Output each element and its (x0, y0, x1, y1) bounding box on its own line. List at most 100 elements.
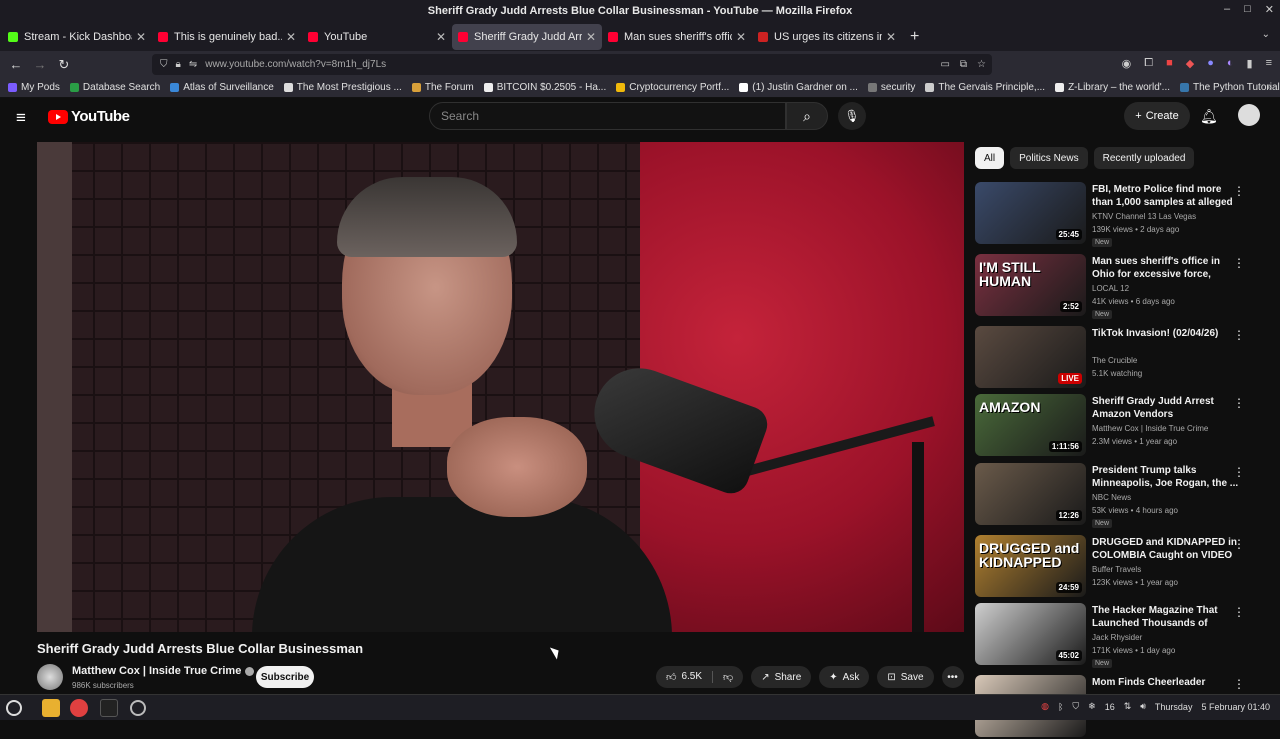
url-bar[interactable]: ⛉ 🔒︎ ⇋ www.youtube.com/watch?v=8m1h_dj7L… (152, 54, 992, 75)
youtube-logo[interactable]: YouTube (48, 108, 130, 125)
bookmark-item[interactable]: security (867, 82, 915, 93)
clock-text[interactable]: 5 February 01:40 (1201, 702, 1270, 712)
bookmark-item[interactable]: Atlas of Surveillance (170, 82, 274, 93)
more-vertical-icon[interactable]: ⋮ (1233, 184, 1245, 198)
video-thumbnail[interactable]: LIVE (975, 326, 1086, 388)
reload-icon[interactable]: ↻ (52, 57, 76, 73)
filter-chip[interactable]: Politics News (1010, 147, 1088, 169)
extensions-icon[interactable]: ⧠ (1144, 57, 1153, 70)
update-icon[interactable]: ◍ (1041, 701, 1049, 712)
translate-icon[interactable]: ⧉ (960, 59, 967, 70)
bookmark-item[interactable]: BITCOIN $0.2505 - Ha... (483, 82, 606, 93)
bookmark-star-icon[interactable]: ☆ (977, 59, 986, 70)
share-button[interactable]: ↗ Share (751, 666, 812, 688)
bookmark-item[interactable]: My Pods (8, 82, 60, 93)
addon-icon-2[interactable]: ◆ (1186, 57, 1194, 70)
video-thumbnail[interactable]: 25:45 (975, 182, 1086, 244)
video-thumbnail[interactable]: 45:02 (975, 603, 1086, 665)
filter-chip[interactable]: Recently uploaded (1093, 147, 1195, 169)
video-thumbnail[interactable]: 12:26 (975, 463, 1086, 525)
dislike-button[interactable]: 👎︎ (713, 671, 743, 683)
bookmark-item[interactable]: Cryptocurrency Portf... (616, 82, 729, 93)
app-menu-icon[interactable] (6, 700, 22, 716)
more-bookmarks-icon[interactable]: » (1266, 82, 1272, 93)
more-vertical-icon[interactable]: ⋮ (1233, 396, 1245, 410)
maximize-button[interactable]: □ (1244, 3, 1251, 16)
bookmark-item[interactable]: Z-Library – the world'... (1055, 82, 1170, 93)
recommended-channel[interactable]: KTNV Channel 13 Las Vegas (1092, 212, 1196, 221)
recommended-video[interactable]: 45:02 The Hacker Magazine That Launched T… (975, 603, 1265, 668)
minimize-button[interactable]: – (1224, 3, 1230, 16)
bookmark-item[interactable]: The Gervais Principle,... (925, 82, 1045, 93)
more-actions-button[interactable]: ••• (941, 666, 964, 688)
browser-tab[interactable]: US urges its citizens in Cub ✕ (752, 24, 902, 50)
more-vertical-icon[interactable]: ⋮ (1233, 605, 1245, 619)
channel-name[interactable]: Matthew Cox | Inside True Crime (72, 665, 255, 677)
list-all-tabs-icon[interactable]: ⌄ (1262, 29, 1270, 40)
addon-icon-3[interactable]: ● (1207, 57, 1214, 70)
like-button[interactable]: 👍︎ 6.5K (656, 671, 714, 683)
recommended-video[interactable]: AMAZON 1:11:56 Sheriff Grady Judd Arrest A… (975, 394, 1265, 458)
close-window-button[interactable]: ✕ (1265, 3, 1274, 16)
recommended-video[interactable]: DRUGGED and KIDNAPPED 24:59 DRUGGED and KI… (975, 535, 1265, 599)
bluetooth-icon[interactable]: ᛒ (1058, 702, 1063, 712)
account-icon[interactable]: ◉ (1122, 57, 1132, 70)
tab-close-icon[interactable]: ✕ (136, 30, 146, 44)
search-button[interactable]: ⌕ (786, 102, 828, 130)
permissions-icon[interactable]: ⇋ (189, 59, 197, 70)
recommended-title[interactable]: DRUGGED and KIDNAPPED in COLOMBIA Caught… (1092, 536, 1244, 562)
browser-tab[interactable]: Man sues sheriff's offic ✕ (602, 24, 752, 50)
channel-name-text[interactable]: Matthew Cox | Inside True Crime (72, 665, 241, 677)
recommended-channel[interactable]: The Crucible (1092, 356, 1137, 365)
tab-close-icon[interactable]: ✕ (436, 30, 446, 44)
recommended-video[interactable]: 12:26 President Trump talks Minneapolis, … (975, 463, 1265, 528)
recommended-channel[interactable]: NBC News (1092, 493, 1131, 502)
recommended-channel[interactable]: Buffer Travels (1092, 565, 1141, 574)
security-shield-icon[interactable]: ⛉ (1072, 701, 1079, 712)
more-vertical-icon[interactable]: ⋮ (1233, 256, 1245, 270)
recommended-channel[interactable]: LOCAL 12 (1092, 284, 1129, 293)
browser-tab[interactable]: This is genuinely bad.. - You ✕ (152, 24, 302, 50)
back-icon[interactable]: ← (4, 57, 28, 72)
new-tab-button[interactable]: + (910, 28, 919, 46)
bookmark-item[interactable]: The Most Prestigious ... (283, 82, 402, 93)
more-vertical-icon[interactable]: ⋮ (1233, 677, 1245, 691)
browser-tab[interactable]: YouTube ✕ (302, 24, 452, 50)
recommended-video[interactable]: I'M STILL HUMAN 2:52 Man sues sheriff's of… (975, 254, 1265, 319)
recommended-title[interactable]: Sheriff Grady Judd Arrest Amazon Vendors (1092, 395, 1244, 421)
firefox-icon[interactable] (70, 699, 88, 717)
weather-icon[interactable]: ❄ (1088, 701, 1096, 712)
shield-icon[interactable]: ⛉ (160, 59, 168, 70)
ask-button[interactable]: ✦ Ask (819, 666, 870, 688)
settings-app-icon[interactable] (130, 700, 146, 716)
browser-tab[interactable]: Sheriff Grady Judd Arrests B ✕ (452, 23, 602, 50)
bookmark-item[interactable]: (1) Justin Gardner on ... (739, 82, 858, 93)
recommended-video[interactable]: 25:45 FBI, Metro Police find more than 1,… (975, 182, 1265, 247)
video-thumbnail[interactable]: I'M STILL HUMAN 2:52 (975, 254, 1086, 316)
tab-close-icon[interactable]: ✕ (586, 30, 596, 44)
reader-view-icon[interactable]: ▭ (940, 59, 949, 70)
recommended-title[interactable]: The Hacker Magazine That Launched Thousa… (1092, 604, 1244, 630)
recommended-channel[interactable]: Matthew Cox | Inside True Crime (1092, 424, 1208, 433)
recommended-title[interactable]: Mom Finds Cheerleader (1092, 676, 1244, 689)
tab-close-icon[interactable]: ✕ (736, 30, 746, 44)
video-player[interactable] (37, 142, 964, 632)
browser-tab[interactable]: Stream - Kick Dashboard ✕ (2, 24, 152, 50)
bookmark-item[interactable]: The Python Tutorial ... (1180, 82, 1280, 93)
create-button[interactable]: + Create (1124, 102, 1190, 130)
addon-icon-1[interactable]: ■ (1166, 57, 1173, 70)
more-vertical-icon[interactable]: ⋮ (1233, 537, 1245, 551)
recommended-video[interactable]: LIVE TikTok Invasion! (02/04/26) The Cruci… (975, 326, 1265, 390)
voice-search-button[interactable]: 🎙︎ (838, 102, 866, 130)
notifications-bell-icon[interactable]: 🔔︎ (1200, 108, 1218, 125)
recommended-title[interactable]: TikTok Invasion! (02/04/26) (1092, 327, 1244, 340)
video-thumbnail[interactable]: AMAZON 1:11:56 (975, 394, 1086, 456)
channel-avatar[interactable] (37, 664, 63, 690)
recommended-title[interactable]: Man sues sheriff's office in Ohio for ex… (1092, 255, 1244, 281)
terminal-icon[interactable] (100, 699, 118, 717)
volume-icon[interactable]: 🔊︎ (1140, 701, 1146, 712)
bookmark-item[interactable]: The Forum (411, 82, 474, 93)
recommended-title[interactable]: President Trump talks Minneapolis, Joe R… (1092, 464, 1244, 490)
lock-icon[interactable]: 🔒︎ (176, 59, 181, 70)
url-text[interactable]: www.youtube.com/watch?v=8m1h_dj7Ls (205, 59, 386, 70)
